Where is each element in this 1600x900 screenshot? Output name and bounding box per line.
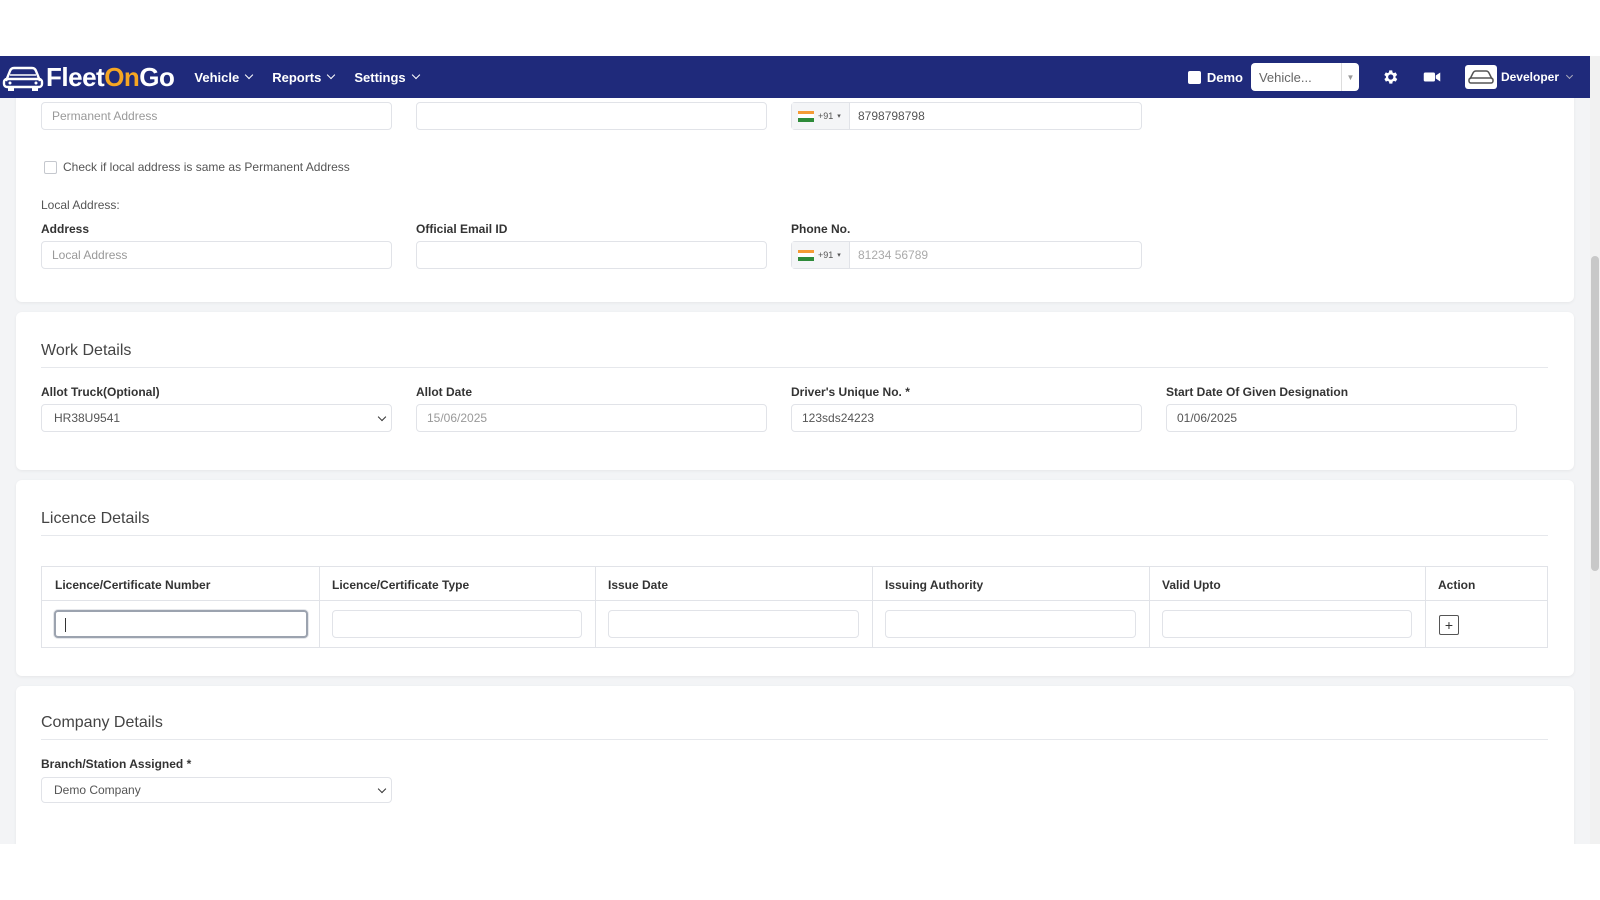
country-code: +91 [818,111,834,121]
col-licence-number: Licence/Certificate Number [55,578,211,592]
divider [41,739,1548,740]
address-label: Address [41,222,90,236]
divider [41,535,1548,536]
chevron-down-icon [377,412,387,422]
allot-truck-value: HR38U9541 [54,411,121,425]
licence-number-input[interactable] [54,610,308,638]
company-details-title: Company Details [41,714,163,731]
india-flag-icon [798,249,814,261]
work-details-card: Work Details Allot Truck(Optional) Allot… [16,312,1574,470]
local-phone-input[interactable]: +91 ▾ 81234 56789 [791,241,1142,269]
local-phone-placeholder: 81234 56789 [858,248,929,262]
country-code: +91 [818,250,834,260]
divider [41,367,1548,368]
chevron-down-icon [411,70,420,80]
issue-date-input[interactable] [608,610,859,638]
nav-vehicle[interactable]: Vehicle [194,69,254,85]
column-divider [872,567,873,647]
permanent-address-input[interactable]: Permanent Address [41,102,392,130]
col-licence-type: Licence/Certificate Type [332,578,470,592]
nav-reports[interactable]: Reports [272,69,336,85]
app-screen: Permanent Address +91 ▾ 8798798798 Check… [0,56,1590,844]
permanent-phone-value: 8798798798 [858,109,925,123]
column-divider [319,567,320,647]
unique-no-input[interactable]: 123sds24223 [791,404,1142,432]
same-address-label: Check if local address is same as Perman… [63,160,350,174]
col-issuing-authority: Issuing Authority [885,578,984,592]
column-divider [1425,567,1426,647]
same-address-checkbox[interactable] [44,161,57,174]
local-address-heading: Local Address: [41,198,120,212]
nav-right: Demo Vehicle... ▼ Developer [1187,63,1574,91]
gear-icon[interactable] [1379,66,1401,88]
allot-truck-label: Allot Truck(Optional) [41,385,160,399]
caret-down-icon: ▼ [1340,63,1359,91]
valid-upto-input[interactable] [1162,610,1412,638]
car-logo-icon [2,66,44,91]
allot-date-input[interactable]: 15/06/2025 [416,404,767,432]
add-row-button[interactable]: + [1439,615,1459,635]
chevron-down-icon [244,70,254,80]
nav-settings[interactable]: Settings [354,69,420,85]
nav-vehicle-label: Vehicle [194,69,240,85]
licence-type-input[interactable] [332,610,582,638]
allot-truck-select[interactable]: HR38U9541 [41,404,392,432]
logo-go: Go [139,61,175,92]
caret-down-icon: ▾ [837,252,841,259]
table-header [42,567,1547,601]
col-issue-date: Issue Date [608,578,669,592]
logo-fleet: Fleet [46,61,105,92]
local-address-input[interactable]: Local Address [41,241,392,269]
licence-table: Licence/Certificate Number Licence/Certi… [41,566,1548,648]
company-details-card: Company Details Branch/Station Assigned … [16,686,1574,844]
car-avatar-icon[interactable] [1464,65,1497,89]
text-cursor [65,618,66,632]
work-details-title: Work Details [41,342,132,359]
permanent-email-input[interactable] [416,102,767,130]
country-code-dropdown[interactable]: +91 ▾ [792,242,850,268]
nav-reports-label: Reports [272,69,322,85]
phone-label: Phone No. [791,222,851,236]
col-action: Action [1438,578,1476,592]
demo-checkbox[interactable] [1187,70,1201,84]
licence-details-title: Licence Details [41,510,150,527]
chevron-down-icon [377,784,387,794]
branch-select[interactable]: Demo Company [41,777,392,803]
start-date-input[interactable]: 01/06/2025 [1166,404,1517,432]
email-label: Official Email ID [416,222,508,236]
branch-label: Branch/Station Assigned * [41,757,192,771]
nav-settings-label: Settings [354,69,406,85]
allot-date-label: Allot Date [416,385,473,399]
col-valid-upto: Valid Upto [1162,578,1221,592]
fleetongo-logo[interactable]: FleetOnGo [2,56,175,98]
scrollbar-thumb[interactable] [1591,256,1599,571]
licence-details-card: Licence Details Licence/Certificate Numb… [16,480,1574,676]
logo-on: On [104,61,140,92]
branch-value: Demo Company [54,783,141,797]
user-name[interactable]: Developer [1501,70,1559,84]
official-email-input[interactable] [416,241,767,269]
top-navbar: FleetOnGo Vehicle Reports Settings Demo … [0,56,1590,98]
logo-text: FleetOnGo [46,61,175,93]
caret-down-icon: ▾ [837,113,841,120]
nav-menu: Vehicle Reports Settings [194,69,420,85]
chevron-down-icon [327,70,336,80]
chevron-down-icon [1565,71,1574,80]
start-date-label: Start Date Of Given Designation [1166,385,1349,399]
issuing-authority-input[interactable] [885,610,1136,638]
vehicle-select-value: Vehicle... [1258,69,1312,85]
vehicle-select[interactable]: Vehicle... ▼ [1250,63,1359,91]
demo-label: Demo [1206,69,1243,85]
country-code-dropdown[interactable]: +91 ▾ [792,103,850,129]
permanent-phone-input[interactable]: +91 ▾ 8798798798 [791,102,1142,130]
unique-no-label: Driver's Unique No. * [791,385,910,399]
video-camera-icon[interactable] [1421,66,1443,88]
column-divider [595,567,596,647]
india-flag-icon [798,110,814,122]
column-divider [1149,567,1150,647]
